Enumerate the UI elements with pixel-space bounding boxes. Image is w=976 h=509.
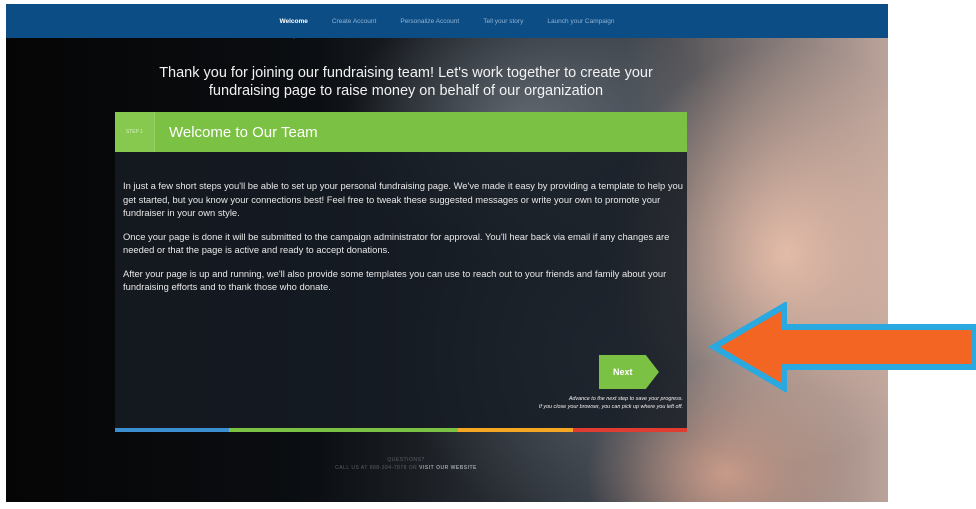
headline-line-1: Thank you for joining our fundraising te… (159, 65, 653, 81)
next-note-line-1: Advance to the next step to save your pr… (568, 396, 683, 402)
footer-questions: QUESTIONS? (387, 457, 425, 463)
intro-paragraph-1: In just a few short steps you'll be able… (123, 180, 683, 218)
color-stripe (115, 428, 688, 432)
next-note-line-2: If you close your browser, you can pick … (538, 404, 683, 410)
nav-tab-tell-your-story[interactable]: Tell your story (481, 18, 525, 25)
step-label: STEP 1 (115, 112, 155, 152)
nav-tab-create-account[interactable]: Create Account (330, 18, 378, 25)
intro-paragraph-2: Once your page is done it will be submit… (123, 230, 670, 256)
nav-tab-welcome[interactable]: Welcome (277, 18, 309, 39)
card-header: STEP 1 Welcome to Our Team (115, 112, 687, 152)
stripe-green (229, 428, 344, 432)
card-title: Welcome to Our Team (169, 124, 318, 141)
top-nav: Welcome Create Account Personalize Accou… (6, 4, 888, 39)
page-headline: Thank you for joining our fundraising te… (116, 64, 696, 100)
nav-tab-personalize-account[interactable]: Personalize Account (398, 18, 461, 25)
next-step-note: Advance to the next step to save your pr… (539, 395, 683, 411)
welcome-card: STEP 1 Welcome to Our Team In just a few… (115, 112, 688, 432)
intro-paragraph-3: After your page is up and running, we'll… (123, 267, 667, 293)
card-body: In just a few short steps you'll be able… (123, 179, 683, 304)
orange-arrow-icon (708, 302, 976, 392)
footer-contact: CALL US AT 888-394-7878 OR VISIT OUR WEB… (256, 464, 556, 472)
headline-line-2: fundraising page to raise money on behal… (208, 83, 604, 99)
stripe-blue (115, 428, 230, 432)
stripe-yellow (458, 428, 573, 432)
footer-call-text: CALL US AT 888-394-7878 OR (335, 465, 418, 471)
stripe-green-2 (343, 428, 459, 432)
app-screen: Welcome Create Account Personalize Accou… (6, 4, 888, 502)
arrow-shape (708, 302, 976, 392)
footer: QUESTIONS? CALL US AT 888-394-7878 OR VI… (256, 456, 556, 472)
stripe-red (572, 428, 688, 432)
visit-website-link[interactable]: VISIT OUR WEBSITE (419, 465, 477, 471)
next-button[interactable]: Next (599, 355, 659, 389)
nav-tab-launch-campaign[interactable]: Launch your Campaign (545, 18, 616, 25)
